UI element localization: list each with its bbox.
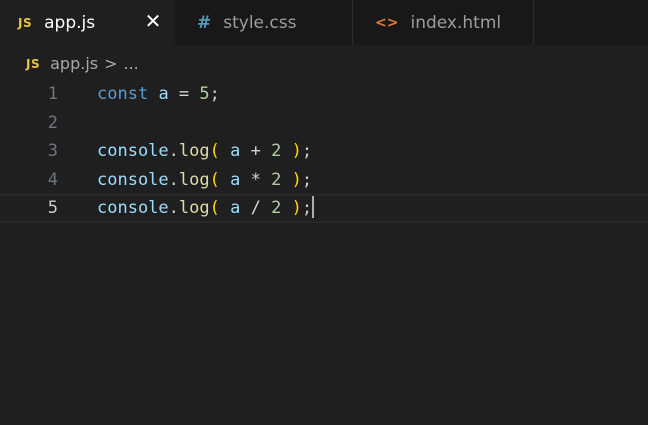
- code-token: 5: [199, 84, 210, 104]
- code-token: (: [209, 169, 220, 190]
- line-number: 4: [47, 169, 58, 190]
- code-token: .: [168, 169, 179, 190]
- code-token: ;: [301, 141, 313, 162]
- javascript-file-icon: JS: [26, 56, 41, 71]
- tab-label: index.html: [410, 12, 502, 33]
- code-token: a: [230, 198, 241, 219]
- code-token: =: [168, 84, 200, 104]
- tab-label: style.css: [223, 12, 297, 33]
- javascript-file-icon: JS: [18, 15, 33, 30]
- code-line[interactable]: 4 console.log( a * 2 );: [0, 166, 648, 195]
- code-editor[interactable]: 1 const a = 5; 2 3 console.log( a + 2 ); 4 con…: [0, 80, 648, 425]
- code-line[interactable]: 3 console.log( a + 2 );: [0, 137, 648, 166]
- code-text: const a = 5;: [97, 80, 220, 109]
- code-token: ): [291, 169, 302, 190]
- breadcrumb-file[interactable]: app.js: [50, 54, 98, 73]
- code-text: console.log( a * 2 );: [97, 166, 312, 195]
- code-token: a: [230, 169, 241, 190]
- code-token: log: [178, 198, 210, 219]
- code-token: .: [168, 198, 179, 219]
- code-token: .: [168, 141, 179, 162]
- text-cursor: [312, 196, 315, 219]
- line-number: 3: [47, 141, 58, 162]
- code-token: a: [230, 141, 241, 162]
- code-token: 2: [271, 198, 282, 219]
- code-token: const: [97, 84, 149, 104]
- code-text: console.log( a + 2 );: [97, 137, 312, 166]
- tab-app-js[interactable]: JS app.js ✕: [0, 0, 175, 45]
- chevron-right-icon: >: [104, 54, 118, 73]
- html-file-icon: <>: [375, 14, 399, 31]
- tab-index-html[interactable]: <> index.html: [353, 0, 534, 45]
- code-token: ;: [301, 169, 313, 190]
- breadcrumb-more[interactable]: ...: [124, 54, 139, 73]
- code-token: 2: [271, 141, 282, 162]
- code-token: console: [97, 141, 169, 162]
- breadcrumb: JS app.js > ...: [0, 45, 648, 82]
- css-file-icon: #: [197, 12, 212, 33]
- line-number: 2: [47, 112, 58, 133]
- code-token: log: [178, 141, 210, 162]
- tab-bar-empty-area: [534, 0, 648, 45]
- code-token: +: [240, 141, 272, 162]
- editor-tab-bar: JS app.js ✕ # style.css <> index.html: [0, 0, 648, 45]
- line-number: 1: [47, 84, 58, 104]
- code-token: /: [240, 198, 272, 219]
- code-token: (: [209, 198, 220, 219]
- code-token: ;: [209, 84, 220, 104]
- code-text: console.log( a / 2 );: [97, 196, 315, 221]
- code-token: ;: [301, 198, 313, 219]
- code-line[interactable]: 1 const a = 5;: [0, 80, 648, 109]
- line-number: 5: [47, 198, 58, 219]
- code-token: *: [240, 169, 272, 190]
- tab-style-css[interactable]: # style.css: [175, 0, 353, 45]
- tab-label: app.js: [44, 12, 96, 33]
- code-token: 2: [271, 169, 282, 190]
- code-token: ): [291, 198, 302, 219]
- code-token: a: [158, 84, 169, 104]
- code-token: console: [97, 169, 169, 190]
- code-token: (: [209, 141, 220, 162]
- code-token: log: [178, 169, 210, 190]
- code-line[interactable]: 5 console.log( a / 2 );: [0, 194, 648, 223]
- code-token: ): [291, 141, 302, 162]
- code-line[interactable]: 2: [0, 109, 648, 138]
- code-token: console: [97, 198, 169, 219]
- close-icon[interactable]: ✕: [144, 9, 162, 33]
